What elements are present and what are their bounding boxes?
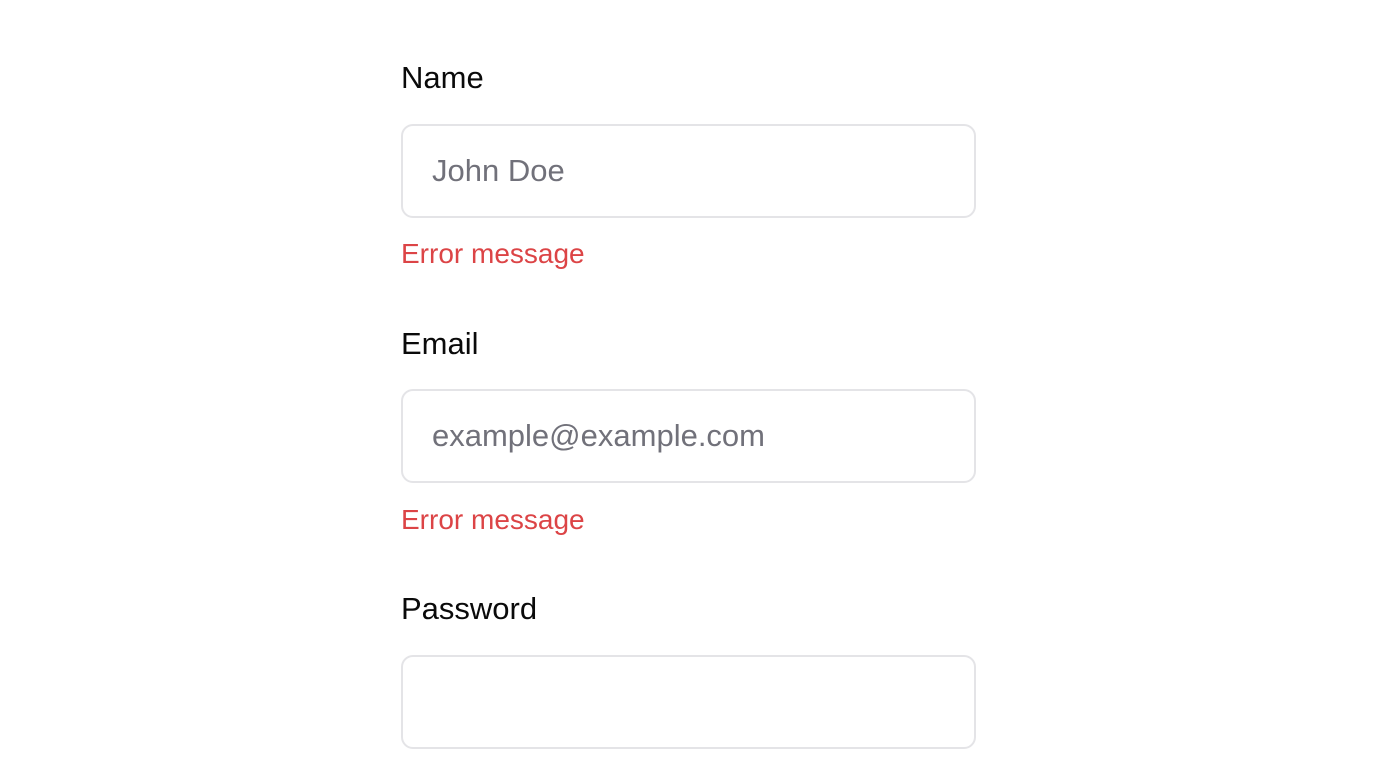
password-label: Password [401,591,538,626]
name-label: Name [401,60,484,95]
email-error-message: Error message [401,504,585,535]
password-input[interactable] [401,655,976,749]
email-label: Email [401,326,479,361]
name-input[interactable] [401,124,976,218]
email-input[interactable] [401,389,976,483]
name-error-message: Error message [401,238,585,269]
